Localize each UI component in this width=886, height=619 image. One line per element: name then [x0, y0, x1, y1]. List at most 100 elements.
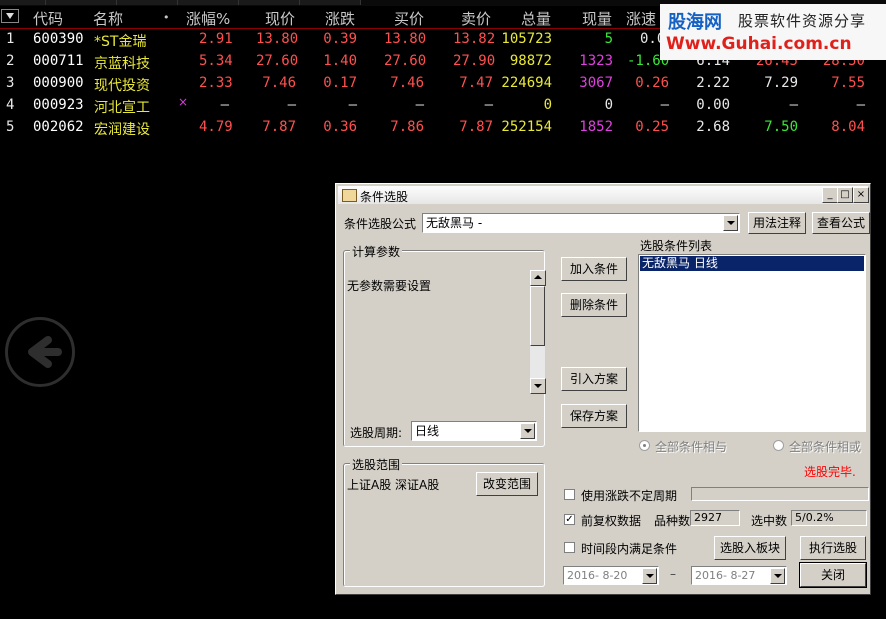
- table-row[interactable]: 5 002062 宏润建设 4.79 7.87 0.36 7.86 7.87 2…: [0, 117, 886, 139]
- extra-col-1: 2.22: [696, 75, 730, 91]
- current-volume: 5: [604, 31, 613, 47]
- stock-code: 000711: [33, 53, 84, 69]
- minimize-icon[interactable]: _: [822, 187, 838, 203]
- stock-code: 600390: [33, 31, 84, 47]
- extra-col-2: –: [789, 97, 798, 113]
- close-icon[interactable]: ×: [853, 187, 869, 203]
- col-bid[interactable]: 买价: [394, 8, 424, 29]
- time-range-checkbox[interactable]: [564, 542, 575, 553]
- watermark-brand: 股海网: [668, 12, 722, 33]
- usage-notes-button[interactable]: 用法注释: [748, 212, 806, 234]
- params-text: 无参数需要设置: [347, 279, 432, 293]
- bid: 7.86: [390, 119, 424, 135]
- uncertain-period-checkbox[interactable]: [564, 489, 575, 500]
- scroll-down-icon[interactable]: [530, 378, 546, 394]
- change: –: [348, 97, 357, 113]
- save-plan-button[interactable]: 保存方案: [561, 404, 627, 428]
- bid: 13.80: [384, 31, 427, 47]
- watermark-url: Www.Guhai.com.cn: [666, 34, 852, 54]
- stock-name: 宏润建设: [94, 122, 150, 138]
- to-block-button[interactable]: 选股入板块: [714, 536, 786, 560]
- formula-select[interactable]: 无敌黑马 -: [422, 213, 740, 233]
- count-label: 品种数: [654, 514, 691, 528]
- dialog-title: 条件选股: [360, 190, 409, 204]
- table-row[interactable]: 4 000923 河北宣工 × – – – – – 0 0 – 0.00 – –: [0, 95, 886, 117]
- current-volume: 0: [604, 97, 613, 113]
- suspended-mark: ×: [178, 95, 189, 109]
- volume: 0: [543, 97, 552, 113]
- back-arrow-icon[interactable]: [5, 317, 75, 387]
- stock-name: 现代投资: [94, 78, 150, 94]
- list-item[interactable]: 无敌黑马 日线: [640, 256, 864, 271]
- period-select[interactable]: 日线: [411, 421, 537, 441]
- col-change[interactable]: 涨跌: [325, 8, 355, 29]
- uncertain-period-label: 使用涨跌不定周期: [581, 489, 678, 503]
- selected-label: 选中数: [751, 514, 788, 528]
- close-button[interactable]: 关闭: [799, 562, 867, 588]
- ask: –: [484, 97, 493, 113]
- scroll-up-icon[interactable]: [530, 270, 546, 286]
- view-formula-button[interactable]: 查看公式: [812, 212, 870, 234]
- row-index: 1: [6, 31, 15, 47]
- change: 1.40: [323, 53, 357, 69]
- col-price[interactable]: 现价: [265, 8, 295, 29]
- bid: 27.60: [384, 53, 427, 69]
- time-range-label: 时间段内满足条件: [581, 542, 678, 556]
- radio-or[interactable]: [773, 440, 784, 451]
- radio-or-label: 全部条件相或: [789, 440, 862, 454]
- range-text: 上证A股 深证A股: [347, 478, 440, 492]
- speed: 0.25: [635, 119, 669, 135]
- radio-and-label: 全部条件相与: [655, 440, 728, 454]
- import-plan-button[interactable]: 引入方案: [561, 367, 627, 391]
- price: 13.80: [256, 31, 299, 47]
- change-range-button[interactable]: 改变范围: [476, 472, 538, 496]
- add-condition-button[interactable]: 加入条件: [561, 257, 627, 281]
- chevron-down-icon[interactable]: [520, 423, 535, 439]
- ask: 13.82: [453, 31, 496, 47]
- formula-select-value: 无敌黑马 -: [426, 216, 483, 230]
- extra-col-1: 2.68: [696, 119, 730, 135]
- chevron-down-icon[interactable]: [770, 568, 785, 584]
- speed: 0.26: [635, 75, 669, 91]
- row-index: 2: [6, 53, 15, 69]
- date-to-field[interactable]: 2016- 8-27: [691, 566, 787, 585]
- change: 0.17: [323, 75, 357, 91]
- stock-name: 京蓝科技: [94, 56, 150, 72]
- run-screening-button[interactable]: 执行选股: [800, 536, 866, 560]
- condition-list[interactable]: 无敌黑马 日线: [638, 254, 866, 432]
- change-pct: 2.33: [199, 75, 233, 91]
- col-ask[interactable]: 卖价: [461, 8, 491, 29]
- delete-condition-button[interactable]: 删除条件: [561, 293, 627, 317]
- ask: 7.47: [459, 75, 493, 91]
- radio-and[interactable]: [639, 440, 650, 451]
- change-pct: –: [220, 97, 229, 113]
- extra-col-1: 0.00: [696, 97, 730, 113]
- maximize-icon[interactable]: □: [837, 187, 853, 203]
- adjusted-data-checkbox[interactable]: ✓: [564, 514, 575, 525]
- col-volume[interactable]: 总量: [521, 8, 551, 29]
- condition-screener-dialog: 条件选股 _ □ × 条件选股公式 无敌黑马 - 用法注释 查看公式 计算参数 …: [335, 183, 871, 595]
- chevron-down-icon[interactable]: [723, 215, 738, 231]
- col-name[interactable]: 名称: [93, 8, 123, 29]
- sort-dropdown-icon[interactable]: [1, 9, 19, 23]
- table-row[interactable]: 3 000900 现代投资 2.33 7.46 0.17 7.46 7.47 2…: [0, 73, 886, 95]
- chevron-down-icon[interactable]: [642, 568, 657, 584]
- scroll-thumb[interactable]: [530, 286, 545, 346]
- col-current-vol[interactable]: 现量: [582, 8, 612, 29]
- period-select-value: 日线: [415, 424, 440, 438]
- bid: 7.46: [390, 75, 424, 91]
- dialog-titlebar[interactable]: 条件选股 _ □ ×: [338, 186, 869, 204]
- current-volume: 1852: [579, 119, 613, 135]
- date-from-field[interactable]: 2016- 8-20: [563, 566, 659, 585]
- params-scrollbar[interactable]: [530, 270, 546, 394]
- change-pct: 5.34: [199, 53, 233, 69]
- col-code[interactable]: 代码: [33, 8, 63, 29]
- col-change-pct[interactable]: 涨幅%: [186, 8, 230, 29]
- progress-bar: [691, 487, 869, 501]
- condition-list-label: 选股条件列表: [640, 239, 713, 253]
- row-index: 5: [6, 119, 15, 135]
- volume: 105723: [501, 31, 552, 47]
- stock-code: 002062: [33, 119, 84, 135]
- col-speed[interactable]: 涨速: [626, 8, 656, 29]
- col-mark[interactable]: •: [163, 11, 170, 24]
